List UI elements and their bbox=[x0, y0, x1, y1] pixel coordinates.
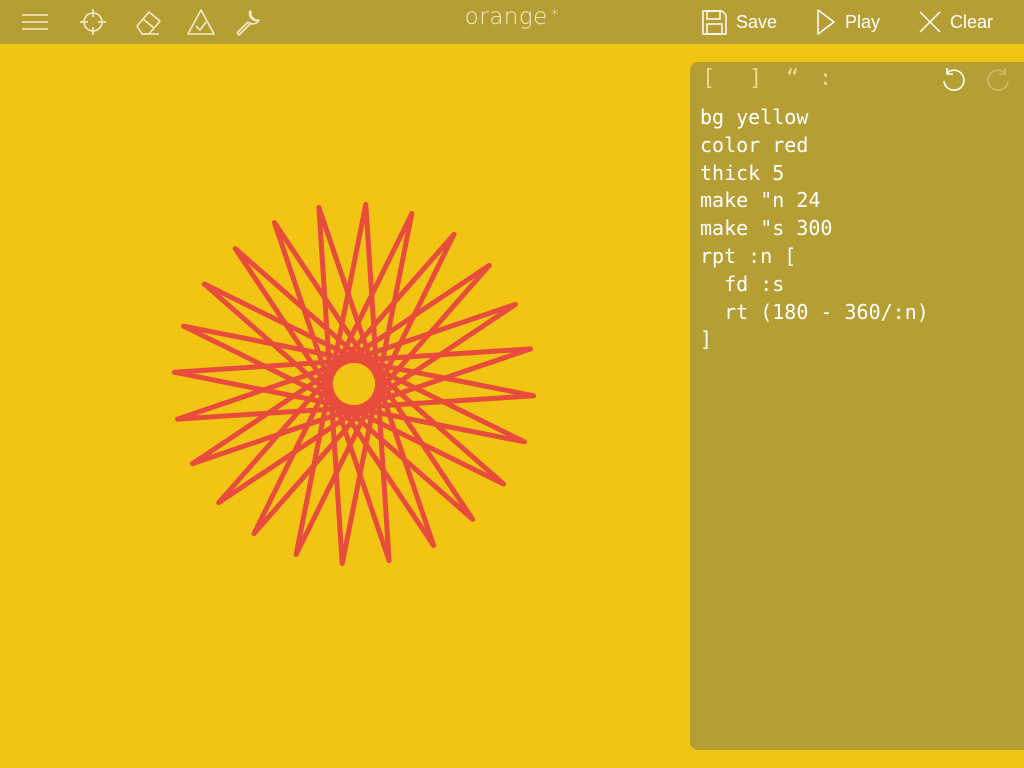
insert-colon-button[interactable]: : bbox=[819, 64, 832, 94]
code-line: make "s 300 bbox=[700, 216, 833, 241]
code-text[interactable]: bg yellow color red thick 5 make "n 24 make … bbox=[700, 104, 1020, 354]
undo-icon[interactable] bbox=[940, 66, 968, 94]
top-toolbar: orange * Save Play Clear bbox=[0, 0, 1024, 44]
code-line: ] bbox=[700, 327, 713, 352]
play-button[interactable]: Play bbox=[815, 6, 880, 38]
clear-label: Clear bbox=[950, 11, 994, 32]
modified-marker: * bbox=[550, 5, 560, 24]
save-icon bbox=[702, 9, 727, 35]
menu-icon[interactable] bbox=[20, 7, 50, 37]
insert-open-bracket-button[interactable]: [ bbox=[702, 64, 715, 94]
editor-toolbar: [ ] “ : bbox=[690, 62, 1024, 98]
play-label: Play bbox=[845, 11, 881, 32]
code-line: rt (180 - 360/:n) bbox=[700, 299, 929, 324]
code-line: make "n 24 bbox=[700, 188, 821, 213]
code-editor-panel: [ ] “ : bg yellow color red thick 5 make "n… bbox=[690, 62, 1024, 750]
turtle-drawing bbox=[171, 201, 537, 567]
redo-icon[interactable] bbox=[984, 66, 1012, 94]
document-title[interactable]: orange * bbox=[412, 4, 612, 30]
code-line: bg yellow bbox=[700, 105, 809, 129]
triangle-check-icon[interactable] bbox=[186, 7, 216, 37]
insert-close-bracket-button[interactable]: ] bbox=[749, 64, 762, 94]
code-line: color red bbox=[700, 132, 809, 157]
document-name: orange bbox=[464, 4, 548, 30]
save-button[interactable]: Save bbox=[701, 6, 777, 38]
close-icon bbox=[919, 11, 941, 33]
code-line: thick 5 bbox=[700, 160, 785, 185]
save-label: Save bbox=[736, 11, 778, 32]
insert-quote-button[interactable]: “ bbox=[786, 64, 799, 94]
star-polygon bbox=[171, 201, 537, 567]
drawing-canvas[interactable] bbox=[0, 44, 690, 768]
play-icon bbox=[817, 9, 835, 35]
crosshair-icon[interactable] bbox=[78, 7, 108, 37]
clear-button[interactable]: Clear bbox=[918, 6, 993, 38]
eraser-icon[interactable] bbox=[133, 7, 163, 37]
wrench-icon[interactable] bbox=[233, 7, 263, 37]
code-line: rpt :n [ bbox=[700, 243, 797, 268]
code-line: fd :s bbox=[700, 271, 785, 296]
